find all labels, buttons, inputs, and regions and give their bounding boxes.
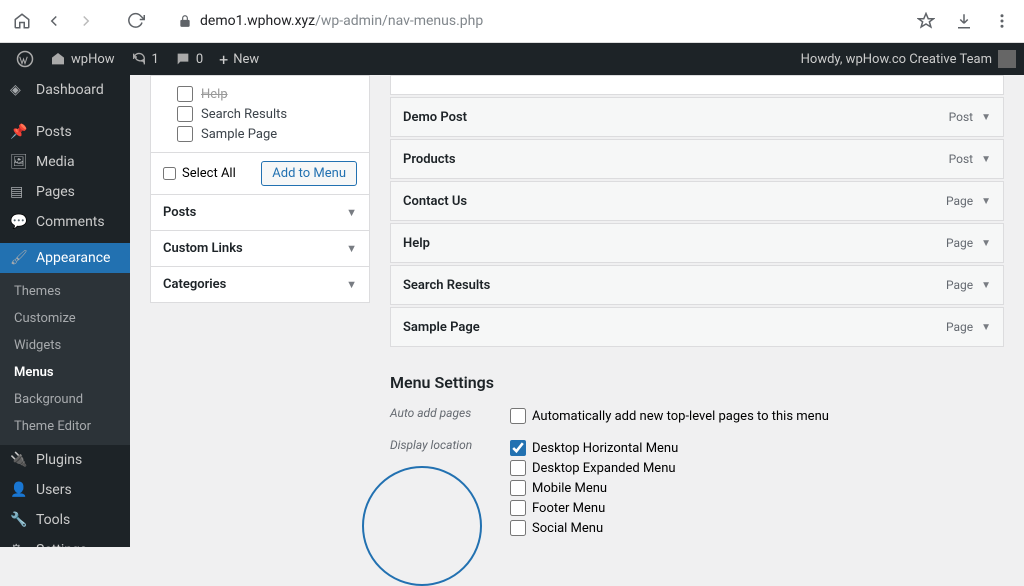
panel-categories[interactable]: Categories▼ (151, 267, 369, 302)
sidebar-plugins[interactable]: 🔌Plugins (0, 445, 130, 475)
location-checkbox[interactable]: Footer Menu (510, 498, 1004, 518)
site-name[interactable]: wpHow (42, 51, 123, 67)
lock-icon (178, 14, 192, 28)
sidebar-sub-customize[interactable]: Customize (0, 305, 130, 332)
sidebar-sub-themes[interactable]: Themes (0, 278, 130, 305)
sidebar-tools[interactable]: 🔧Tools (0, 505, 130, 535)
sidebar-dashboard[interactable]: ◈Dashboard (0, 75, 130, 105)
sidebar-settings[interactable]: ⚙Settings (0, 535, 130, 547)
menu-item-type: Page ▼ (946, 278, 991, 292)
back-icon[interactable] (42, 9, 66, 33)
menu-item-type: Page ▼ (946, 194, 991, 208)
location-checkbox[interactable]: Social Menu (510, 518, 1004, 538)
menu-dots-icon[interactable] (990, 9, 1014, 33)
new[interactable]: +New (211, 50, 267, 69)
chevron-down-icon[interactable]: ▼ (981, 112, 991, 123)
chevron-down-icon[interactable]: ▼ (981, 322, 991, 333)
avatar[interactable] (998, 50, 1016, 68)
wp-logo[interactable] (8, 50, 42, 68)
menu-item-label: Sample Page (403, 320, 480, 335)
chevron-down-icon[interactable]: ▼ (981, 280, 991, 291)
updates[interactable]: 1 (123, 51, 167, 67)
sidebar-sub-background[interactable]: Background (0, 386, 130, 413)
chevron-down-icon[interactable]: ▼ (981, 238, 991, 249)
menu-item-row[interactable]: Products Post ▼ (390, 139, 1004, 179)
add-to-menu-button[interactable]: Add to Menu (261, 161, 357, 186)
star-icon[interactable] (914, 9, 938, 33)
howdy[interactable]: Howdy, wpHow.co Creative Team (801, 52, 992, 67)
location-checkbox[interactable]: Desktop Expanded Menu (510, 458, 1004, 478)
reload-icon[interactable] (124, 9, 148, 33)
display-location-label: Display location (390, 438, 510, 538)
chevron-down-icon[interactable]: ▼ (981, 196, 991, 207)
location-checkbox[interactable]: Mobile Menu (510, 478, 1004, 498)
menu-item-row[interactable]: Contact Us Page ▼ (390, 181, 1004, 221)
menu-item-type: Post ▼ (949, 152, 991, 166)
chevron-down-icon[interactable]: ▼ (981, 154, 991, 165)
menu-item-label: Contact Us (403, 194, 467, 209)
location-checkbox[interactable]: Desktop Horizontal Menu (510, 438, 1004, 458)
sidebar-pages[interactable]: ▤Pages (0, 177, 130, 207)
page-check-sample-page[interactable]: Sample Page (177, 124, 357, 144)
menu-settings-heading: Menu Settings (390, 373, 1004, 392)
menu-item-type: Page ▼ (946, 236, 991, 250)
menu-item-type: Post ▼ (949, 110, 991, 124)
sidebar-media[interactable]: 🖼Media (0, 147, 130, 177)
page-check-help[interactable]: Help (177, 84, 357, 104)
sidebar-posts[interactable]: 📌Posts (0, 117, 130, 147)
sidebar-comments[interactable]: 💬Comments (0, 207, 130, 237)
url-text: demo1.wphow.xyz/wp-admin/nav-menus.php (200, 13, 483, 29)
menu-item-label: Search Results (403, 278, 490, 293)
menu-item-row[interactable]: Demo Post Post ▼ (390, 97, 1004, 137)
forward-icon (74, 9, 98, 33)
page-check-search-results[interactable]: Search Results (177, 104, 357, 124)
menu-item-empty (390, 75, 1004, 95)
menu-item-row[interactable]: Help Page ▼ (390, 223, 1004, 263)
comments[interactable]: 0 (167, 51, 211, 67)
sidebar-sub-theme-editor[interactable]: Theme Editor (0, 413, 130, 440)
menu-item-row[interactable]: Sample Page Page ▼ (390, 307, 1004, 347)
menu-item-row[interactable]: Search Results Page ▼ (390, 265, 1004, 305)
menu-item-label: Products (403, 152, 456, 167)
menu-item-label: Help (403, 236, 430, 251)
sidebar-appearance[interactable]: 🖌Appearance (0, 243, 130, 273)
menu-item-label: Demo Post (403, 110, 467, 125)
sidebar-sub-widgets[interactable]: Widgets (0, 332, 130, 359)
panel-custom-links[interactable]: Custom Links▼ (151, 231, 369, 266)
url-bar[interactable]: demo1.wphow.xyz/wp-admin/nav-menus.php (168, 6, 900, 36)
select-all[interactable]: Select All (163, 166, 236, 181)
menu-item-type: Page ▼ (946, 320, 991, 334)
panel-posts[interactable]: Posts▼ (151, 195, 369, 230)
home-icon[interactable] (10, 9, 34, 33)
download-icon[interactable] (952, 9, 976, 33)
auto-add-checkbox[interactable]: Automatically add new top-level pages to… (510, 406, 1004, 426)
auto-add-label: Auto add pages (390, 406, 510, 426)
sidebar-sub-menus[interactable]: Menus (0, 359, 130, 386)
sidebar-users[interactable]: 👤Users (0, 475, 130, 505)
